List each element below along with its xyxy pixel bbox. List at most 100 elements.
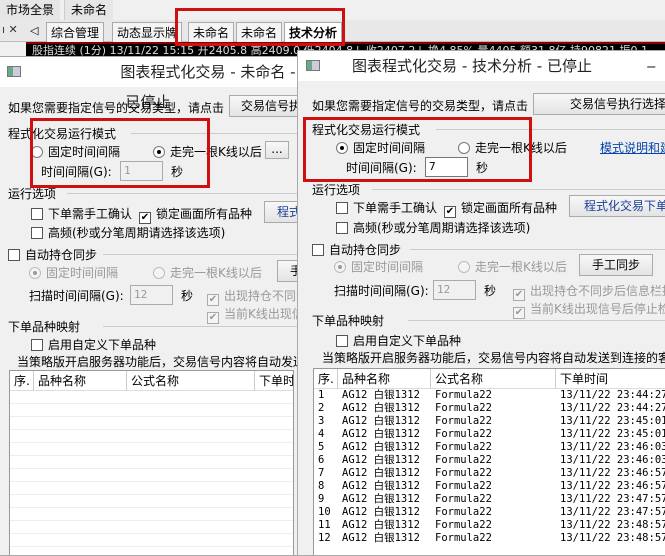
empty-row xyxy=(10,391,293,404)
manual-confirm-checkbox[interactable]: 下单需手工确认 xyxy=(31,205,132,222)
table-row[interactable]: 8 AG12 白银1312 Formula22 13/11/22 23:46:57 xyxy=(314,480,665,493)
minimize-icon[interactable]: ‒ xyxy=(646,51,656,81)
scan-label: 扫描时间间隔(G): xyxy=(334,284,429,298)
signal-type-button[interactable]: 交易信号执行选择 xyxy=(229,95,297,117)
order-settings-button[interactable]: 程式化交易下单 xyxy=(569,195,665,217)
empty-row xyxy=(10,456,293,469)
table-row[interactable]: 7 AG12 白银1312 Formula22 13/11/22 23:46:57 xyxy=(314,467,665,480)
table-cell: 6 xyxy=(318,454,325,466)
empty-row xyxy=(10,508,293,521)
table-cell: 13/11/22 23:44:27 xyxy=(560,389,665,401)
table-cell: Formula22 xyxy=(435,454,492,466)
table-cell: 13/11/22 23:48:57 xyxy=(560,532,665,544)
table-row[interactable]: 11 AG12 白银1312 Formula22 13/11/22 23:48:57 xyxy=(314,519,665,532)
manual-sync-button[interactable]: 手工同步 xyxy=(579,254,653,276)
empty-row xyxy=(10,482,293,495)
table-cell: Formula22 xyxy=(435,389,492,401)
table-cell: Formula22 xyxy=(435,467,492,479)
table-cell: 1 xyxy=(318,389,325,401)
col-formula[interactable]: 公式名称 xyxy=(431,369,556,389)
table-cell: 13/11/22 23:47:57 xyxy=(560,506,665,518)
scan-label: 扫描时间间隔(G): xyxy=(29,289,124,303)
options-group-label: 运行选项 xyxy=(312,183,361,197)
tab-general[interactable]: 综合管理 xyxy=(46,22,105,42)
table-row[interactable]: 2 AG12 白银1312 Formula22 13/11/22 23:44:27 xyxy=(314,402,665,415)
window-title-bar[interactable]: 图表程式化交易 - 未命名 - 已停止 xyxy=(0,57,297,111)
stop-check-checkbox[interactable]: ✔当前K线出现信号后停止检查 xyxy=(207,305,297,324)
top-tab-unnamed[interactable]: 未命名 xyxy=(64,0,114,20)
high-freq-checkbox[interactable]: 高频(秒或分笔周期请选择该选项) xyxy=(31,224,225,241)
table-cell: AG12 白银1312 xyxy=(342,441,420,453)
table-row[interactable]: 6 AG12 白银1312 Formula22 13/11/22 23:46:03 xyxy=(314,454,665,467)
table-row[interactable]: 4 AG12 白银1312 Formula22 13/11/22 23:45:01 xyxy=(314,428,665,441)
col-formula[interactable]: 公式名称 xyxy=(127,371,255,391)
table-cell: AG12 白银1312 xyxy=(342,454,420,466)
order-table[interactable]: 序. 品种名称 公式名称 下单时间 1 AG12 白银1312 Formula22 1… xyxy=(313,368,665,555)
table-row[interactable]: 12 AG12 白银1312 Formula22 13/11/22 23:48:57 xyxy=(314,532,665,545)
table-row[interactable]: 10 AG12 白银1312 Formula22 13/11/22 23:47:57 xyxy=(314,506,665,519)
table-row[interactable]: 1 AG12 白银1312 Formula22 13/11/22 23:44:27 xyxy=(314,389,665,402)
table-cell: 13/11/22 23:45:01 xyxy=(560,428,665,440)
col-symbol[interactable]: 品种名称 xyxy=(34,371,127,391)
auto-sync-checkbox[interactable]: 自动持仓同步 xyxy=(312,241,401,258)
table-cell: Formula22 xyxy=(435,415,492,427)
table-cell: 9 xyxy=(318,493,325,505)
table-cell: 13/11/22 23:47:57 xyxy=(560,493,665,505)
table-cell: AG12 白银1312 xyxy=(342,480,420,492)
scan-unit: 秒 xyxy=(181,289,194,303)
table-cell: 13/11/22 23:46:03 xyxy=(560,454,665,466)
empty-row xyxy=(10,443,293,456)
col-seq[interactable]: 序. xyxy=(10,371,34,391)
top-tab-market[interactable]: 市场全景 xyxy=(0,0,61,20)
table-row[interactable]: 3 AG12 白银1312 Formula22 13/11/22 23:45:01 xyxy=(314,415,665,428)
table-cell: 4 xyxy=(318,428,325,440)
sync-radio-kline[interactable]: 走完一根K线以后 xyxy=(153,264,262,281)
table-cell: 11 xyxy=(318,519,331,531)
table-cell: Formula22 xyxy=(435,441,492,453)
sync-radio-fixed[interactable]: 固定时间间隔 xyxy=(334,258,423,275)
custom-symbol-checkbox[interactable]: 启用自定义下单品种 xyxy=(336,332,461,349)
notify-unsync-checkbox[interactable]: ✔出现持仓不同步后信息栏提示 xyxy=(207,287,297,306)
empty-row xyxy=(10,534,293,547)
empty-row xyxy=(10,495,293,508)
mapping-group-label: 下单品种映射 xyxy=(312,314,385,328)
custom-symbol-checkbox[interactable]: 启用自定义下单品种 xyxy=(31,336,156,353)
col-seq[interactable]: 序. xyxy=(314,369,338,389)
sync-radio-fixed[interactable]: 固定时间间隔 xyxy=(29,264,118,281)
app-icon xyxy=(306,60,320,71)
auto-sync-checkbox[interactable]: 自动持仓同步 xyxy=(8,246,97,263)
notify-unsync-checkbox[interactable]: ✔出现持仓不同步后信息栏提示 xyxy=(513,282,665,301)
sync-radio-kline[interactable]: 走完一根K线以后 xyxy=(458,258,567,275)
mode-help-link[interactable]: 模式说明和建议 xyxy=(600,139,665,156)
stop-check-checkbox[interactable]: ✔当前K线出现信号后停止检查 xyxy=(513,300,665,319)
table-cell: AG12 白银1312 xyxy=(342,532,420,544)
more-button[interactable]: ... xyxy=(265,141,289,159)
col-symbol[interactable]: 品种名称 xyxy=(338,369,431,389)
manual-confirm-checkbox[interactable]: 下单需手工确认 xyxy=(336,199,437,216)
table-row[interactable]: 5 AG12 白银1312 Formula22 13/11/22 23:46:03 xyxy=(314,441,665,454)
lock-all-checkbox[interactable]: ✔ 锁定画面所有品种 xyxy=(444,199,557,218)
window-title-bar[interactable]: 图表程式化交易 - 技术分析 - 已停止 ‒ xyxy=(298,51,665,81)
table-cell: 13/11/22 23:45:01 xyxy=(560,415,665,427)
col-time[interactable]: 下单时间 xyxy=(255,371,293,391)
scan-input[interactable]: 12 xyxy=(130,285,173,305)
highlight-left-mode xyxy=(30,118,210,188)
order-settings-button[interactable]: 程式化交易下单 xyxy=(264,201,297,223)
table-cell: Formula22 xyxy=(435,402,492,414)
scroll-left-icon[interactable]: ◁ xyxy=(30,24,38,37)
col-time[interactable]: 下单时间 xyxy=(556,369,665,389)
table-cell: AG12 白银1312 xyxy=(342,415,420,427)
table-cell: AG12 白银1312 xyxy=(342,428,420,440)
signal-type-button[interactable]: 交易信号执行选择 xyxy=(533,93,665,115)
scan-input[interactable]: 12 xyxy=(433,280,476,300)
tab-dynamic[interactable]: 动态显示牌 xyxy=(112,22,183,42)
close-icon[interactable]: ı ✕ xyxy=(2,23,18,36)
high-freq-checkbox[interactable]: 高频(秒或分笔周期请选择该选项) xyxy=(336,219,530,236)
table-cell: Formula22 xyxy=(435,506,492,518)
empty-row xyxy=(10,430,293,443)
table-cell: 5 xyxy=(318,441,325,453)
manual-sync-button[interactable]: 手工同步 xyxy=(277,260,297,282)
table-row[interactable]: 9 AG12 白银1312 Formula22 13/11/22 23:47:57 xyxy=(314,493,665,506)
order-table[interactable]: 序. 品种名称 公式名称 下单时间 xyxy=(9,370,294,555)
lock-all-checkbox[interactable]: ✔ 锁定画面所有品种 xyxy=(139,205,252,224)
